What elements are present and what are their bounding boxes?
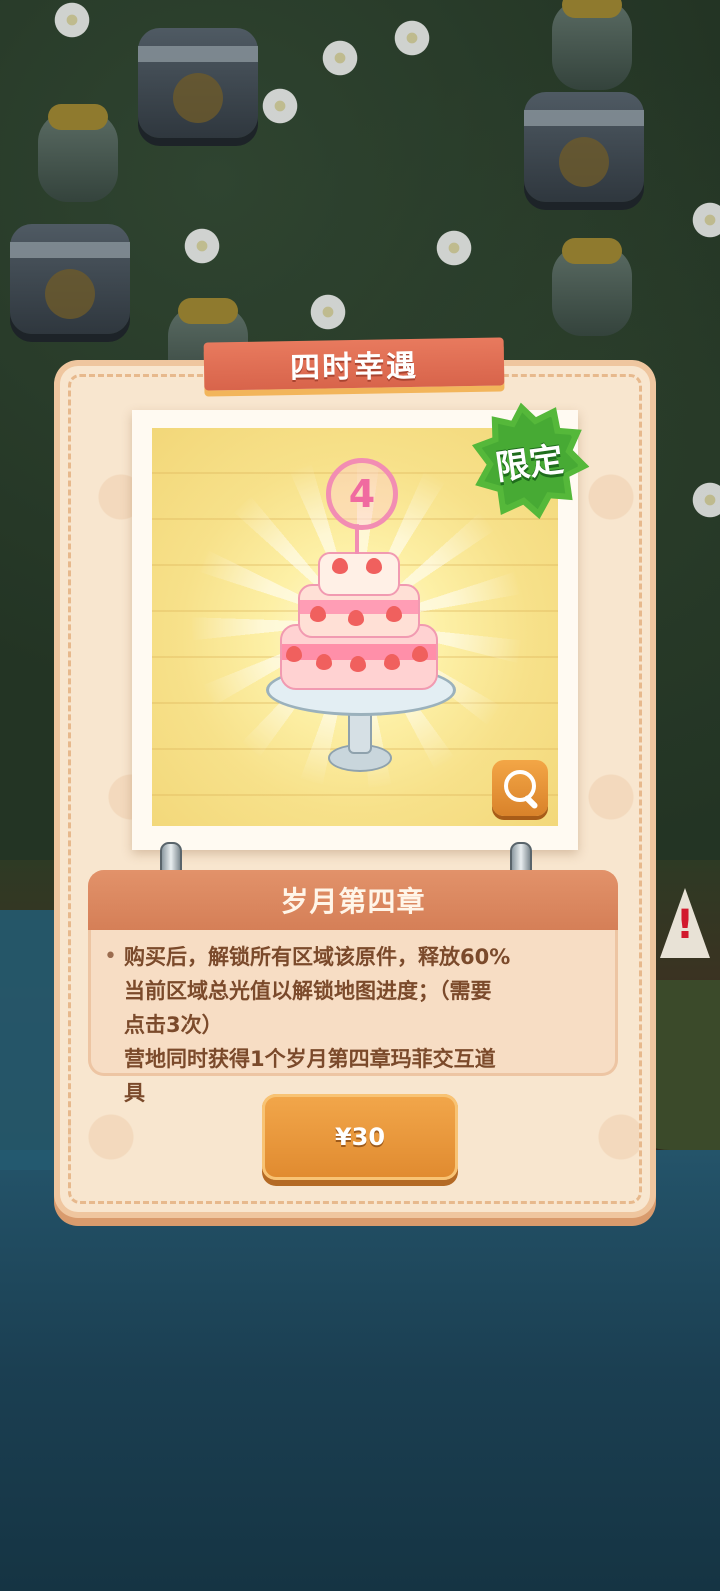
description-line: 当前区域总光值以解锁地图进度；（需要 [124,979,492,1003]
locked-crate [524,92,644,202]
description-line: 营地同时获得1个岁月第四章玛菲交互道 [124,1047,496,1071]
dialog-title: 四时幸遇 [289,348,419,387]
strawberry [384,654,400,670]
description-bullet: • [104,944,117,969]
cake-item-image: 4 [266,458,456,784]
strawberry [316,654,332,670]
white-flower [392,18,432,58]
strawberry [386,606,402,622]
cake-topper-wreath: 4 [326,458,398,530]
item-name-header: 岁月第四章 [88,870,618,930]
description-line: 购买后，解锁所有区域该原件，释放60% [124,945,511,969]
cake-topper-number: 4 [348,472,376,516]
strawberry [310,606,326,622]
dialog-title-ribbon: 四时幸遇 [203,337,505,391]
zoom-button[interactable] [492,760,548,816]
item-description: 购买后，解锁所有区域该原件，释放60% 当前区域总光值以解锁地图进度；（需要 点… [124,940,614,1110]
gift-jar [552,0,632,90]
cake-tier-top [318,552,400,596]
description-line: 点击3次） [124,1013,223,1037]
strawberry [412,646,428,662]
strawberry [286,646,302,662]
water [0,1150,720,1591]
white-flower [260,86,300,126]
strawberry [348,610,364,626]
item-name: 岁月第四章 [280,885,426,918]
strawberry [350,656,366,672]
price-label: ¥30 [334,1123,386,1151]
strawberry [366,558,382,574]
gift-jar [552,238,632,336]
white-flower [182,226,222,266]
locked-crate [10,224,130,334]
gift-jar [38,104,118,202]
white-flower [434,228,474,268]
white-flower [320,38,360,78]
strawberry [332,558,348,574]
purchase-button[interactable]: ¥30 [262,1094,458,1180]
white-flower [308,292,348,332]
locked-crate [138,28,258,138]
white-flower [52,0,92,40]
